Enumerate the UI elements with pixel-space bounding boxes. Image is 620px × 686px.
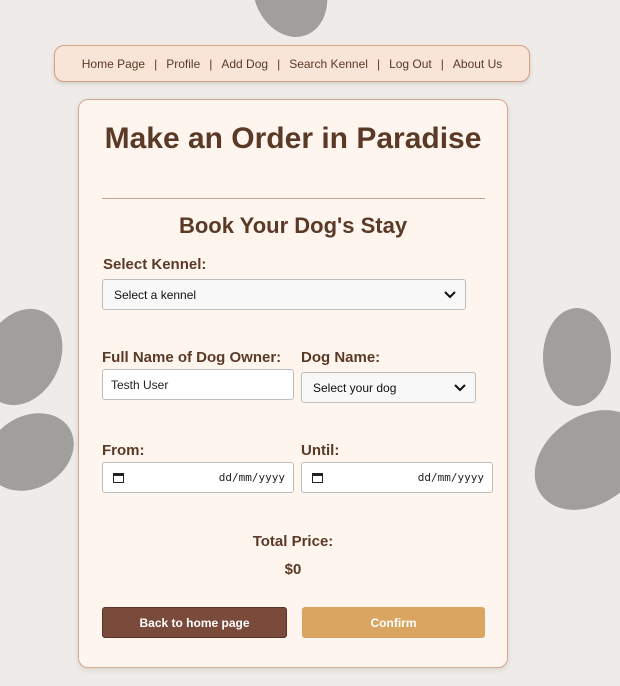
- nav-home-page[interactable]: Home Page: [77, 57, 150, 71]
- owner-name-field[interactable]: Testh User: [102, 369, 294, 400]
- nav-separator: |: [277, 56, 281, 71]
- paw-toe-top: [252, 0, 328, 37]
- nav-separator: |: [440, 56, 444, 71]
- kennel-select[interactable]: Select a kennel: [102, 279, 466, 310]
- page-title: Make an Order in Paradise: [104, 122, 482, 155]
- nav-separator: |: [209, 56, 213, 71]
- paw-toe-right-lower: [534, 410, 620, 510]
- total-price-value: $0: [284, 561, 302, 578]
- from-date-placeholder: dd/mm/yyyy: [218, 471, 285, 484]
- total-price-label: Total Price:: [252, 533, 334, 550]
- owner-name-value: Testh User: [111, 377, 169, 392]
- dog-select[interactable]: Select your dog: [301, 372, 476, 403]
- nav-log-out[interactable]: Log Out: [384, 57, 437, 71]
- paw-toe-left-upper: [0, 308, 63, 406]
- chevron-down-icon: [454, 383, 466, 391]
- dog-name-label: Dog Name:: [301, 349, 381, 366]
- nav-search-kennel[interactable]: Search Kennel: [284, 57, 373, 71]
- dog-select-value: Select your dog: [313, 380, 397, 395]
- title-divider: [102, 198, 485, 199]
- top-navigation: Home Page | Profile | Add Dog | Search K…: [54, 45, 530, 82]
- order-form-card: Make an Order in Paradise Book Your Dog'…: [78, 99, 508, 668]
- paw-toe-left-lower: [0, 413, 74, 491]
- until-date-placeholder: dd/mm/yyyy: [417, 471, 484, 484]
- owner-name-label: Full Name of Dog Owner:: [102, 349, 282, 366]
- nav-separator: |: [154, 56, 158, 71]
- chevron-down-icon: [444, 290, 456, 298]
- from-date-input[interactable]: dd/mm/yyyy: [102, 462, 294, 493]
- from-label: From:: [102, 442, 145, 459]
- confirm-button[interactable]: Confirm: [302, 607, 485, 638]
- until-label: Until:: [301, 442, 340, 459]
- nav-add-dog[interactable]: Add Dog: [216, 57, 273, 71]
- nav-profile[interactable]: Profile: [161, 57, 205, 71]
- back-to-home-button[interactable]: Back to home page: [102, 607, 287, 638]
- kennel-select-value: Select a kennel: [114, 287, 197, 302]
- form-subtitle: Book Your Dog's Stay: [178, 213, 408, 238]
- nav-about-us[interactable]: About Us: [448, 57, 507, 71]
- paw-toe-right-upper: [543, 308, 611, 406]
- nav-separator: |: [376, 56, 381, 71]
- until-date-input[interactable]: dd/mm/yyyy: [301, 462, 493, 493]
- calendar-icon: [113, 473, 124, 483]
- calendar-icon: [312, 473, 323, 483]
- kennel-label: Select Kennel:: [103, 256, 207, 273]
